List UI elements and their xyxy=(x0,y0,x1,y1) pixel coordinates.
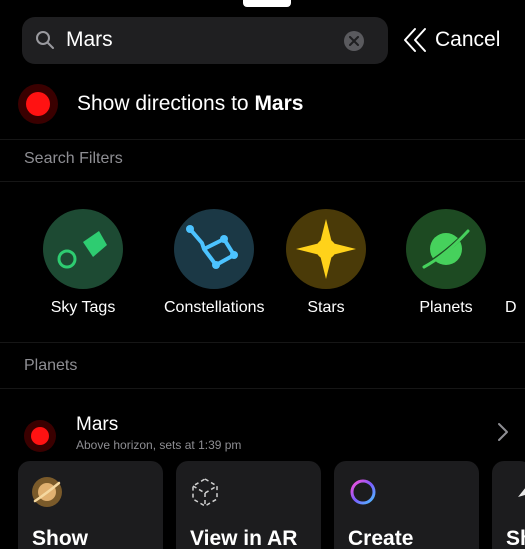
filter-stars[interactable]: Stars xyxy=(286,209,366,317)
create-button[interactable]: Create xyxy=(334,461,479,549)
filter-label: Planets xyxy=(419,299,473,316)
share-icon xyxy=(518,488,525,497)
action-label: Show xyxy=(32,527,88,549)
show-directions-row[interactable]: Show directions to Mars xyxy=(18,84,518,124)
create-ring-icon xyxy=(350,479,376,505)
action-label: Sh xyxy=(506,527,525,549)
deep-sky-icon xyxy=(505,209,525,289)
planet-sphere-icon xyxy=(32,477,62,507)
sky-tag-icon xyxy=(43,209,123,289)
chevron-right-icon xyxy=(498,423,508,441)
action-label: Create xyxy=(348,527,414,549)
filter-list: Sky Tags Constellations Stars Planets D xyxy=(0,209,525,319)
show-button[interactable]: Show xyxy=(18,461,163,549)
filter-deep-sky[interactable]: D xyxy=(505,209,525,317)
filter-label: Constellations xyxy=(164,299,265,316)
filter-label: Stars xyxy=(307,299,345,316)
cancel-label: Cancel xyxy=(435,28,501,51)
mars-dot-icon xyxy=(18,84,58,124)
planet-row-mars[interactable]: Mars Above horizon, sets at 1:39 pm xyxy=(0,408,525,456)
search-icon xyxy=(36,31,54,49)
planet-icon xyxy=(406,209,486,289)
filter-constellations[interactable]: Constellations xyxy=(164,209,265,317)
mars-dot-icon xyxy=(24,420,56,452)
constellation-icon xyxy=(174,209,255,289)
cancel-button[interactable]: Cancel xyxy=(403,24,500,56)
filter-sky-tags[interactable]: Sky Tags xyxy=(43,209,123,317)
search-input[interactable]: Mars xyxy=(66,28,113,52)
directions-prefix: Show directions to xyxy=(77,92,255,115)
filter-planets[interactable]: Planets xyxy=(406,209,486,317)
action-label: View in AR xyxy=(190,527,298,549)
planets-header: Planets xyxy=(24,357,78,374)
share-button[interactable]: Sh xyxy=(492,461,525,549)
divider xyxy=(0,388,525,389)
search-filters-header: Search Filters xyxy=(24,150,123,167)
planet-subtitle: Above horizon, sets at 1:39 pm xyxy=(76,438,242,452)
action-cards: Show View in AR Create Sh xyxy=(0,461,525,549)
status-notch xyxy=(243,0,291,7)
star-icon xyxy=(286,209,366,289)
directions-label: Show directions to Mars xyxy=(77,92,303,116)
directions-target: Mars xyxy=(254,92,304,115)
ar-cube-icon xyxy=(192,478,218,507)
filter-label: D xyxy=(505,299,517,316)
divider xyxy=(0,181,525,182)
view-in-ar-button[interactable]: View in AR xyxy=(176,461,321,549)
clear-x-icon xyxy=(349,36,359,46)
search-field[interactable]: Mars xyxy=(22,17,388,64)
clear-search-button[interactable] xyxy=(344,31,364,51)
double-chevron-left-icon xyxy=(404,28,426,52)
divider xyxy=(0,139,525,140)
filter-label: Sky Tags xyxy=(50,299,116,316)
divider xyxy=(0,342,525,343)
planet-name: Mars xyxy=(76,414,119,435)
